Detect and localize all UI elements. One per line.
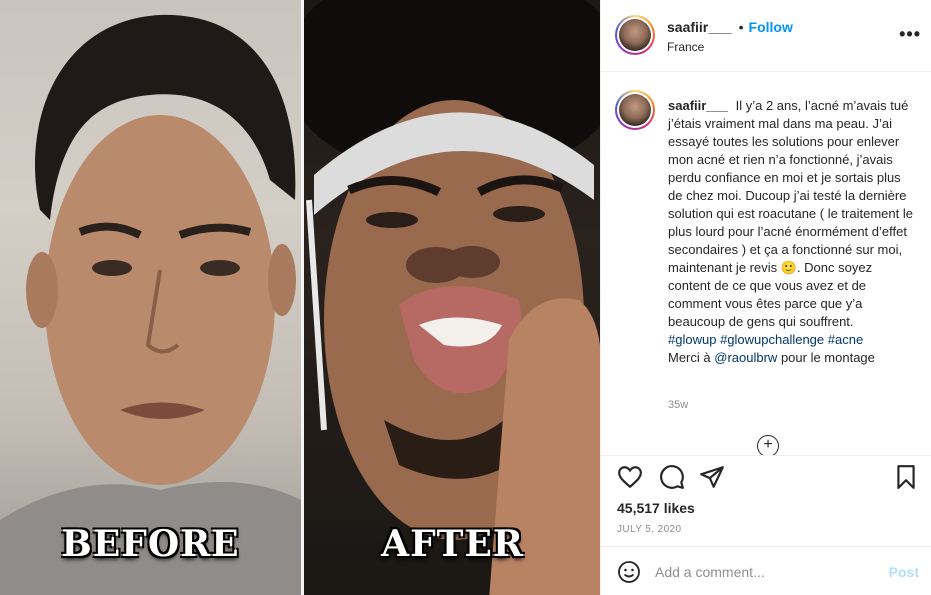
post-header: saafiir___ • Follow France ••• — [601, 0, 931, 72]
mention-raoulbrw[interactable]: @raoulbrw — [714, 350, 777, 365]
post-actions: 45,517 likes JULY 5, 2020 — [601, 455, 931, 535]
before-photo: BEFORE — [0, 0, 301, 595]
post-media[interactable]: BEFORE AFTER — [0, 0, 601, 595]
smiley-emoji: 🙂 — [780, 260, 797, 275]
comment-icon[interactable] — [659, 464, 685, 490]
separator-dot: • — [738, 19, 744, 35]
post-side-panel: saafiir___ • Follow France ••• saafiir__… — [601, 0, 931, 595]
avatar[interactable] — [615, 15, 655, 55]
more-options-icon[interactable]: ••• — [899, 24, 921, 45]
credit-suffix: pour le montage — [780, 350, 875, 365]
hashtag-glowup[interactable]: #glowup — [668, 332, 716, 347]
username-link[interactable]: saafiir___ — [667, 19, 732, 35]
caption-username[interactable]: saafiir___ — [668, 98, 728, 113]
instagram-post: BEFORE AFTER saafiir___ • Follow France … — [0, 0, 931, 595]
post-button[interactable]: Post — [889, 564, 919, 580]
after-label: AFTER — [381, 523, 524, 565]
caption-body-1: Il y’a 2 ans, l’acné m’avais tué j’étais… — [668, 98, 913, 275]
likes-count[interactable]: 45,517 likes — [617, 500, 695, 516]
hashtag-glowupchallenge[interactable]: #glowupchallenge — [720, 332, 824, 347]
plus-circle-icon[interactable]: + — [757, 435, 779, 455]
after-photo: AFTER — [304, 0, 600, 595]
credit-prefix: Merci à — [668, 350, 711, 365]
add-comment-bar: Post — [601, 546, 931, 595]
before-label: BEFORE — [61, 523, 240, 565]
header-user-line: saafiir___ • Follow — [667, 19, 793, 35]
follow-button[interactable]: Follow — [749, 19, 793, 35]
heart-icon[interactable] — [617, 464, 643, 490]
caption-timestamp[interactable]: 35w — [668, 399, 688, 411]
comments-area[interactable]: saafiir___ Il y’a 2 ans, l’acné m’avais … — [601, 73, 931, 455]
location-link[interactable]: France — [667, 40, 704, 54]
hashtag-acne[interactable]: #acne — [828, 332, 863, 347]
after-face-illustration — [304, 0, 600, 595]
bookmark-icon[interactable] — [893, 464, 919, 490]
before-face-illustration — [0, 14, 301, 595]
share-icon[interactable] — [699, 464, 725, 490]
post-date[interactable]: JULY 5, 2020 — [617, 524, 681, 535]
caption-text: saafiir___ Il y’a 2 ans, l’acné m’avais … — [668, 97, 916, 367]
caption-avatar[interactable] — [615, 90, 655, 130]
action-icons-row — [601, 456, 931, 496]
comment-input[interactable] — [655, 559, 875, 585]
smiley-icon[interactable] — [617, 560, 641, 584]
